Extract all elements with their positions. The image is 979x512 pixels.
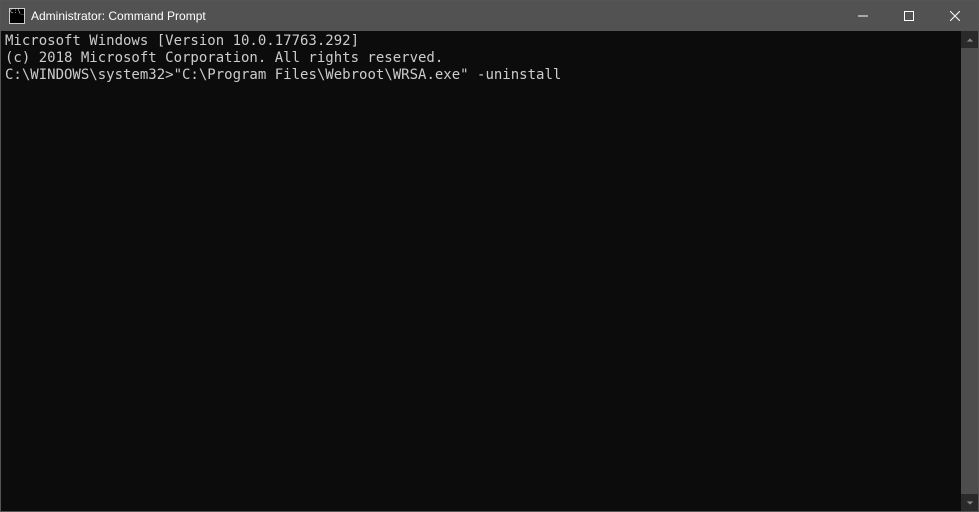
scroll-track[interactable] [961, 48, 978, 494]
chevron-up-icon [966, 36, 974, 44]
close-button[interactable] [932, 1, 978, 31]
scroll-down-button[interactable] [961, 494, 978, 511]
close-icon [950, 11, 960, 21]
maximize-button[interactable] [886, 1, 932, 31]
command-input[interactable]: "C:\Program Files\Webroot\WRSA.exe" -uni… [174, 67, 562, 83]
prompt: C:\WINDOWS\system32> [5, 67, 174, 83]
command-prompt-window: Administrator: Command Prompt Microsoft [0, 0, 979, 512]
chevron-down-icon [966, 499, 974, 507]
output-line: (c) 2018 Microsoft Corporation. All righ… [5, 50, 957, 67]
minimize-icon [858, 11, 868, 21]
window-title: Administrator: Command Prompt [31, 9, 840, 23]
minimize-button[interactable] [840, 1, 886, 31]
output-line: Microsoft Windows [Version 10.0.17763.29… [5, 33, 957, 50]
window-controls [840, 1, 978, 31]
maximize-icon [904, 11, 914, 21]
scroll-thumb[interactable] [961, 48, 978, 494]
scroll-up-button[interactable] [961, 31, 978, 48]
terminal-output[interactable]: Microsoft Windows [Version 10.0.17763.29… [1, 31, 961, 511]
cmd-icon [9, 8, 25, 24]
cursor [561, 68, 569, 83]
vertical-scrollbar[interactable] [961, 31, 978, 511]
titlebar[interactable]: Administrator: Command Prompt [1, 1, 978, 31]
content-area: Microsoft Windows [Version 10.0.17763.29… [1, 31, 978, 511]
